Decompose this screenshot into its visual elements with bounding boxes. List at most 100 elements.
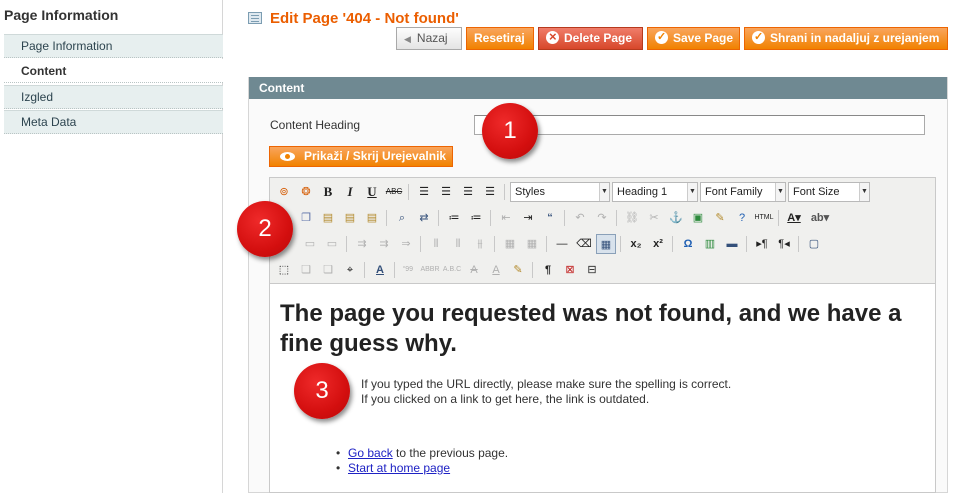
delete-button-label: Delete Page [564,31,633,45]
align-justify-icon[interactable]: ☰ [480,182,500,202]
list-item: Start at home page [336,461,450,475]
font-size-select[interactable]: Font Size ▼ [788,182,870,202]
merge-cells-icon[interactable]: ▦ [522,234,542,254]
delete-col-icon[interactable]: ⫵ [470,234,490,254]
attributes-icon[interactable]: ✎ [508,260,528,280]
align-center-icon[interactable]: ☰ [436,182,456,202]
home-page-link[interactable]: Start at home page [348,461,450,475]
paste-text-icon[interactable]: ▤ [340,208,360,228]
paste-icon[interactable]: ▤ [318,208,338,228]
reset-button[interactable]: Resetiraj [466,27,534,50]
font-family-select[interactable]: Font Family ▼ [700,182,786,202]
editor-content-area[interactable]: The page you requested was not found, an… [270,285,935,493]
format-select[interactable]: Heading 1 ▼ [612,182,698,202]
align-right-icon[interactable]: ☰ [458,182,478,202]
outdent-icon[interactable]: ⇤ [496,208,516,228]
toolbar-row-2: ❐ ▤ ▤ ▤ ⌕ ⇄ ≔ ≔ ⇤ ⇥ “ ↶ ↷ ⛓ ✂ ⚓ ▣ ✎ ? HT… [274,206,934,230]
undo-icon[interactable]: ↶ [570,208,590,228]
media-icon[interactable]: ▥ [700,234,720,254]
align-left-icon[interactable]: ☰ [414,182,434,202]
widget-icon[interactable]: ⊚ [274,182,294,202]
italic-icon[interactable]: I [340,182,360,202]
superscript-icon[interactable]: x² [648,234,668,254]
deletion-icon[interactable]: A [464,260,484,280]
toolbar-row-3: ▭ ▭ ⇉ ⇉ ⇒ ⫴ ⫴ ⫵ ▦ ▦ — ⌫ ▦ x₂ x² Ω ▥ ▬ ▸¶… [274,232,934,256]
move-backward-icon[interactable]: ❏ [318,260,338,280]
chevron-down-icon: ▼ [599,183,609,201]
special-char-icon[interactable]: Ω [678,234,698,254]
link-icon[interactable]: ⛓ [622,208,642,228]
acronym-icon[interactable]: A.B.C [442,260,462,280]
page-break-icon[interactable]: ⊟ [582,260,602,280]
style-props-icon[interactable]: A [370,260,390,280]
table-cell-props-icon[interactable]: ▭ [322,234,342,254]
sidebar-item-content[interactable]: Content [4,59,223,83]
section-header: Content [249,77,947,99]
underline-icon[interactable]: U [362,182,382,202]
font-family-select-label: Font Family [705,186,763,198]
delete-row-icon[interactable]: ⇒ [396,234,416,254]
toggle-editor-button[interactable]: Prikaži / Skrij Urejevalnik [269,146,453,167]
text-color-icon[interactable]: A▾ [784,208,804,228]
help-icon[interactable]: ? [732,208,752,228]
strikethrough-icon[interactable]: ABC [384,182,404,202]
advanced-hr-icon[interactable]: ▬ [722,234,742,254]
remove-format-icon[interactable]: ⌫ [574,234,594,254]
replace-icon[interactable]: ⇄ [414,208,434,228]
cite-icon[interactable]: “99 [398,260,418,280]
content-heading-label: Content Heading [270,118,361,132]
fullscreen-icon[interactable]: ▢ [804,234,824,254]
delete-page-button[interactable]: Delete Page [538,26,643,50]
marker-1: 1 [482,103,538,159]
copy-icon[interactable]: ❐ [296,208,316,228]
numbered-list-icon[interactable]: ≔ [466,208,486,228]
sidebar-item-meta-data[interactable]: Meta Data [4,110,223,134]
image-icon[interactable]: ▣ [688,208,708,228]
paste-word-icon[interactable]: ▤ [362,208,382,228]
insertion-icon[interactable]: A [486,260,506,280]
non-breaking-icon[interactable]: ⊠ [560,260,580,280]
sidebar-item-izgled[interactable]: Izgled [4,85,223,109]
subscript-icon[interactable]: x₂ [626,234,646,254]
ltr-icon[interactable]: ▸¶ [752,234,772,254]
save-continue-button[interactable]: Shrani in nadaljuj z urejanjem [744,27,948,50]
sidebar-item-page-information[interactable]: Page Information [4,34,223,58]
show-blocks-icon[interactable]: ¶ [538,260,558,280]
anchor-icon[interactable]: ⚓ [666,208,686,228]
insert-row-before-icon[interactable]: ⇉ [352,234,372,254]
unlink-icon[interactable]: ✂ [644,208,664,228]
insert-col-before-icon[interactable]: ⫴ [426,234,446,254]
save-page-button[interactable]: Save Page [647,27,740,50]
variable-icon[interactable]: ❂ [296,182,316,202]
bold-icon[interactable]: B [318,182,338,202]
styles-select[interactable]: Styles ▼ [510,182,610,202]
horizontal-rule-icon[interactable]: — [552,234,572,254]
absolute-position-icon[interactable]: ⌖ [340,260,360,280]
redo-icon[interactable]: ↷ [592,208,612,228]
font-size-select-label: Font Size [793,186,840,198]
back-button[interactable]: ◀ Nazaj [396,27,462,50]
table-row-props-icon[interactable]: ▭ [300,234,320,254]
visual-aid-icon[interactable]: ▦ [596,234,616,254]
background-color-icon[interactable]: ab▾ [810,208,830,228]
abbreviation-icon[interactable]: ABBR [420,260,440,280]
move-forward-icon[interactable]: ❏ [296,260,316,280]
split-cells-icon[interactable]: ▦ [500,234,520,254]
insert-row-after-icon[interactable]: ⇉ [374,234,394,254]
insert-col-after-icon[interactable]: ⫴ [448,234,468,254]
toolbar-row-1: ⊚ ❂ B I U ABC ☰ ☰ ☰ ☰ Styles ▼ Heading 1 ▼… [274,180,934,204]
go-back-link[interactable]: Go back [348,446,393,460]
reset-button-label: Resetiraj [474,31,525,45]
cleanup-icon[interactable]: ✎ [710,208,730,228]
blockquote-icon[interactable]: “ [540,208,560,228]
rtl-icon[interactable]: ¶◂ [774,234,794,254]
bullet-list-icon[interactable]: ≔ [444,208,464,228]
html-source-icon[interactable]: HTML [754,208,774,228]
content-heading-input[interactable] [474,115,925,135]
list-item-text: to the previous page. [392,446,509,460]
toolbar-row-4: ⬚ ❏ ❏ ⌖ A “99 ABBR A.B.C A A ✎ ¶ ⊠ ⊟ [274,258,934,282]
indent-icon[interactable]: ⇥ [518,208,538,228]
insert-layer-icon[interactable]: ⬚ [274,260,294,280]
find-icon[interactable]: ⌕ [392,208,412,228]
wysiwyg-editor: ⊚ ❂ B I U ABC ☰ ☰ ☰ ☰ Styles ▼ Heading 1 ▼… [269,177,936,493]
